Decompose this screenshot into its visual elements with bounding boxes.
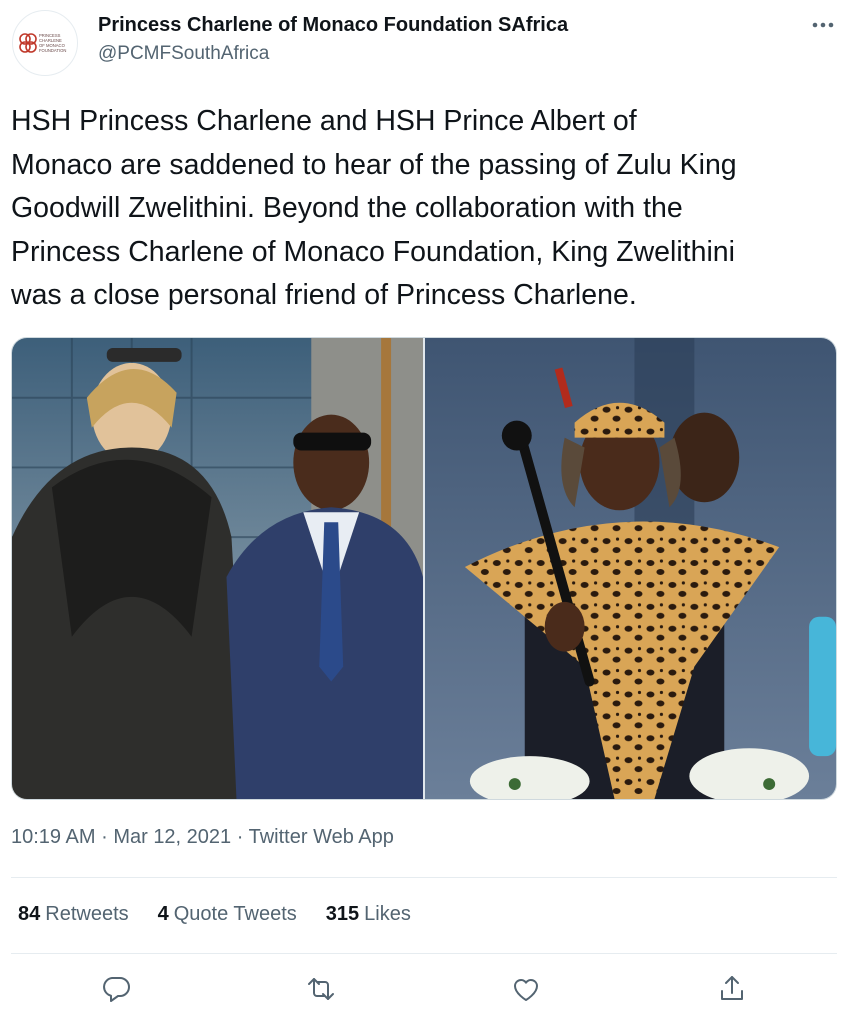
likes-label: Likes [364,903,411,925]
tweet-actions [11,966,837,1012]
tweet-stats: 84 Retweets 4 Quote Tweets 315 Likes [18,903,440,926]
tweet-media-grid [11,337,837,800]
separator: · [101,826,108,848]
account-handle[interactable]: @PCMFSouthAfrica [98,43,269,65]
tweet-timestamp: 10:19 AM · Mar 12, 2021 · Twitter Web Ap… [11,826,394,849]
tweet-text-line: HSH Princess Charlene and HSH Prince Alb… [11,105,637,137]
foundation-logo: PRINCESS CHARLENE OF MONACO FOUNDATION [19,33,66,53]
media-photo-2[interactable] [425,338,836,799]
media-photo-1[interactable] [12,338,423,799]
retweet-icon[interactable] [304,972,338,1006]
separator: · [236,826,244,848]
more-horizontal-icon[interactable] [806,14,840,38]
svg-text:FOUNDATION: FOUNDATION [39,48,66,53]
tweet-text: HSH Princess Charlene and HSH Prince Alb… [11,100,846,318]
tweet-text-line: Princess Charlene of Monaco Foundation, … [11,235,735,268]
retweets-stat[interactable]: 84 Retweets [18,903,129,926]
retweets-label: Retweets [45,903,129,925]
likes-stat[interactable]: 315 Likes [326,903,411,926]
reply-icon[interactable] [99,972,133,1006]
heart-icon[interactable] [509,972,543,1006]
divider [11,877,837,878]
tweet-header: PRINCESS CHARLENE OF MONACO FOUNDATION P… [0,0,860,80]
profile-avatar[interactable]: PRINCESS CHARLENE OF MONACO FOUNDATION [12,10,78,76]
divider [11,953,837,954]
tweet-text-line: was a close personal friend of Princess … [11,279,637,311]
tweet-text-line: Goodwill Zwelithini. Beyond the collabor… [11,192,683,224]
quote-tweets-stat[interactable]: 4 Quote Tweets [158,903,297,926]
quotes-count: 4 [157,903,169,925]
tweet-text-line: Monaco are saddened to hear of the passi… [11,148,737,181]
tweet-time: 10:19 AM [11,826,96,848]
tweet-date: Mar 12, 2021 [113,826,232,848]
share-icon[interactable] [715,972,749,1006]
display-name[interactable]: Princess Charlene of Monaco Foundation S… [98,14,568,37]
likes-count: 315 [325,903,360,925]
quotes-label: Quote Tweets [173,903,297,925]
tweet-time-link[interactable]: 10:19 AM · Mar 12, 2021 [11,826,231,848]
tweet-source-link[interactable]: Twitter Web App [249,826,394,848]
retweets-count: 84 [18,903,41,925]
